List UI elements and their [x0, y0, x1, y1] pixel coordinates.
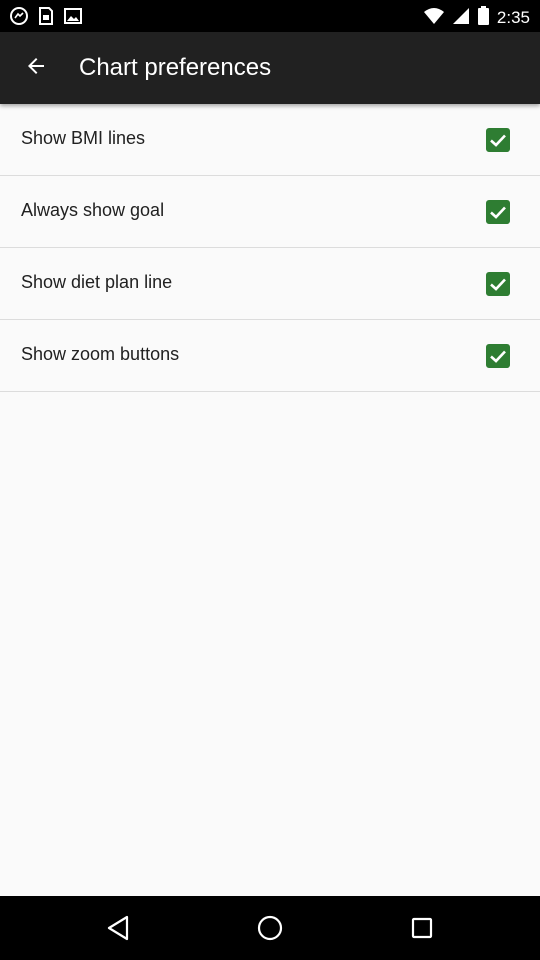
recents-square-icon [411, 917, 433, 939]
preference-row-show-diet-plan-line[interactable]: Show diet plan line [0, 248, 540, 320]
checkbox-checked-icon [486, 272, 510, 296]
status-notification-icons [10, 7, 82, 30]
show-bmi-lines-checkbox[interactable] [486, 128, 510, 152]
back-triangle-icon [107, 915, 129, 941]
preferences-list: Show BMI lines Always show goal Show die… [0, 104, 540, 392]
status-bar: 2:35 [0, 0, 540, 32]
page-title: Chart preferences [79, 54, 272, 81]
back-button[interactable] [12, 44, 60, 92]
battery-icon [477, 6, 489, 30]
app-bar: Chart preferences [0, 32, 540, 104]
navigation-bar [0, 896, 540, 960]
status-system-icons: 2:35 [423, 6, 530, 30]
nav-recents-button[interactable] [402, 908, 442, 948]
checkbox-checked-icon [486, 128, 510, 152]
image-icon [64, 7, 82, 30]
checkbox-checked-icon [486, 200, 510, 224]
preference-row-show-zoom-buttons[interactable]: Show zoom buttons [0, 320, 540, 392]
preference-row-show-bmi-lines[interactable]: Show BMI lines [0, 104, 540, 176]
always-show-goal-checkbox[interactable] [486, 200, 510, 224]
wifi-icon [423, 7, 444, 30]
preference-label: Show BMI lines [21, 128, 146, 148]
nav-home-button[interactable] [250, 908, 290, 948]
preference-label: Show diet plan line [21, 272, 173, 292]
show-diet-plan-line-checkbox[interactable] [486, 272, 510, 296]
signal-icon [452, 7, 470, 30]
checkbox-checked-icon [486, 344, 510, 368]
nav-back-button[interactable] [98, 908, 138, 948]
home-circle-icon [257, 915, 283, 941]
preference-row-always-show-goal[interactable]: Always show goal [0, 176, 540, 248]
sim-icon [38, 7, 54, 30]
status-time: 2:35 [496, 8, 530, 27]
preference-label: Always show goal [21, 200, 165, 220]
show-zoom-buttons-checkbox[interactable] [486, 344, 510, 368]
messenger-icon [10, 7, 28, 30]
arrow-back-icon [27, 57, 45, 80]
preference-label: Show zoom buttons [21, 344, 180, 364]
